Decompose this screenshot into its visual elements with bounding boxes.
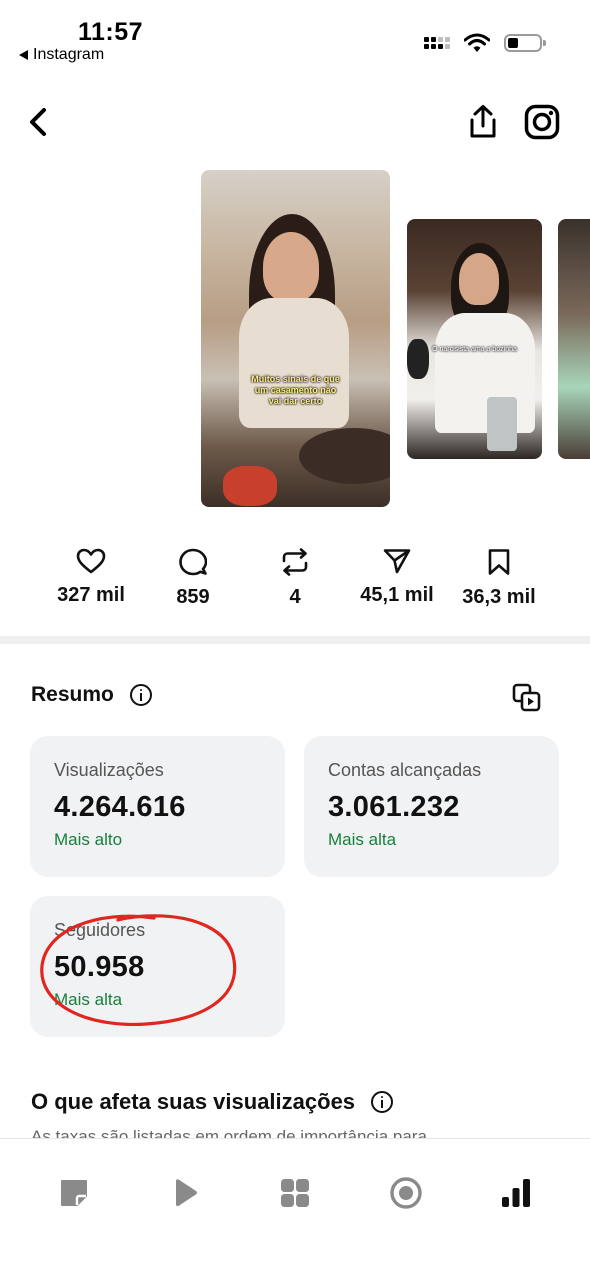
reel-thumbnail-main[interactable]: Muitos sinais de que um casamento não va… [201, 170, 390, 507]
tab-insights[interactable] [496, 1173, 536, 1213]
section-divider [0, 636, 590, 644]
shares-stat: 45,1 mil [342, 540, 452, 607]
likes-count: 327 mil [57, 584, 125, 606]
comments-count: 859 [176, 586, 210, 608]
tab-reels[interactable] [164, 1173, 204, 1213]
red-circle-annotation [40, 914, 237, 1027]
likes-stat: 327 mil [36, 540, 146, 607]
status-icons [424, 33, 546, 53]
share-icon [470, 105, 496, 138]
copy-media-icon [512, 683, 541, 712]
back-button[interactable] [22, 104, 58, 140]
reel-2-glass [487, 397, 517, 451]
back-triangle-icon [19, 50, 28, 60]
bookmark-icon [488, 549, 510, 575]
views-card[interactable]: Visualizações 4.264.616 Mais alto [30, 736, 285, 877]
repost-icon [282, 548, 308, 576]
status-bar: 11:57 Instagram [0, 0, 590, 70]
reel-2-face [459, 253, 499, 305]
reel-main-caption: Muitos sinais de que um casamento não va… [251, 374, 340, 406]
engagement-stats: 327 mil 859 4 45,1 mil 36,3 mil [0, 540, 590, 620]
wifi-icon [464, 33, 490, 52]
comment-icon [179, 548, 207, 576]
reel-2-blazer [435, 313, 535, 433]
reel-thumbnail-3[interactable] [558, 219, 590, 459]
share-button[interactable] [464, 103, 502, 141]
reach-value: 3.061.232 [328, 791, 460, 823]
instagram-button[interactable] [524, 104, 560, 140]
send-icon [383, 549, 411, 574]
grid-icon [281, 1179, 309, 1207]
views-factors-info-icon[interactable] [371, 1091, 394, 1113]
bottom-tab-bar [0, 1138, 590, 1280]
reposts-count: 4 [289, 586, 301, 608]
reel-pan [299, 428, 390, 484]
views-factors-title-text: O que afeta suas visualizações [31, 1089, 356, 1114]
summary-title-text: Resumo [31, 683, 114, 706]
tab-posts[interactable] [54, 1173, 94, 1213]
back-to-app-label: Instagram [33, 46, 105, 63]
info-icon[interactable] [129, 684, 152, 706]
reach-trend: Mais alta [328, 830, 397, 849]
summary-title: Resumo [31, 683, 152, 707]
comments-stat: 859 [138, 540, 248, 609]
reach-card[interactable]: Contas alcançadas 3.061.232 Mais alta [304, 736, 559, 877]
reel-thumbnail-2[interactable]: O narcisista ama a bozinha [407, 219, 542, 459]
saves-count: 36,3 mil [462, 586, 536, 608]
shares-count: 45,1 mil [360, 584, 434, 606]
play-icon [176, 1179, 197, 1207]
instagram-icon [524, 104, 560, 140]
reel-second-caption: O narcisista ama a bozinha [432, 346, 517, 353]
views-label: Visualizações [54, 760, 164, 780]
views-trend: Mais alto [54, 830, 123, 849]
views-value: 4.264.616 [54, 791, 186, 823]
reel-tomato [223, 466, 277, 506]
status-time: 11:57 [78, 18, 144, 46]
heart-icon [76, 548, 106, 574]
compare-button[interactable] [512, 683, 542, 713]
post-icon [61, 1180, 87, 1206]
signal-icon [424, 37, 450, 49]
saves-stat: 36,3 mil [444, 540, 554, 609]
target-icon [390, 1177, 422, 1209]
battery-icon [504, 34, 546, 52]
views-factors-title: O que afeta suas visualizações [31, 1089, 394, 1115]
back-to-app-link[interactable]: Instagram [19, 46, 104, 64]
chevron-left-icon [30, 108, 46, 136]
tab-overview[interactable] [275, 1173, 315, 1213]
reel-person-face [263, 232, 319, 302]
reel-person-top [239, 298, 349, 428]
bar-chart-icon [502, 1179, 530, 1207]
reach-label: Contas alcançadas [328, 760, 482, 780]
reposts-stat: 4 [240, 540, 350, 609]
tab-stories[interactable] [386, 1173, 426, 1213]
